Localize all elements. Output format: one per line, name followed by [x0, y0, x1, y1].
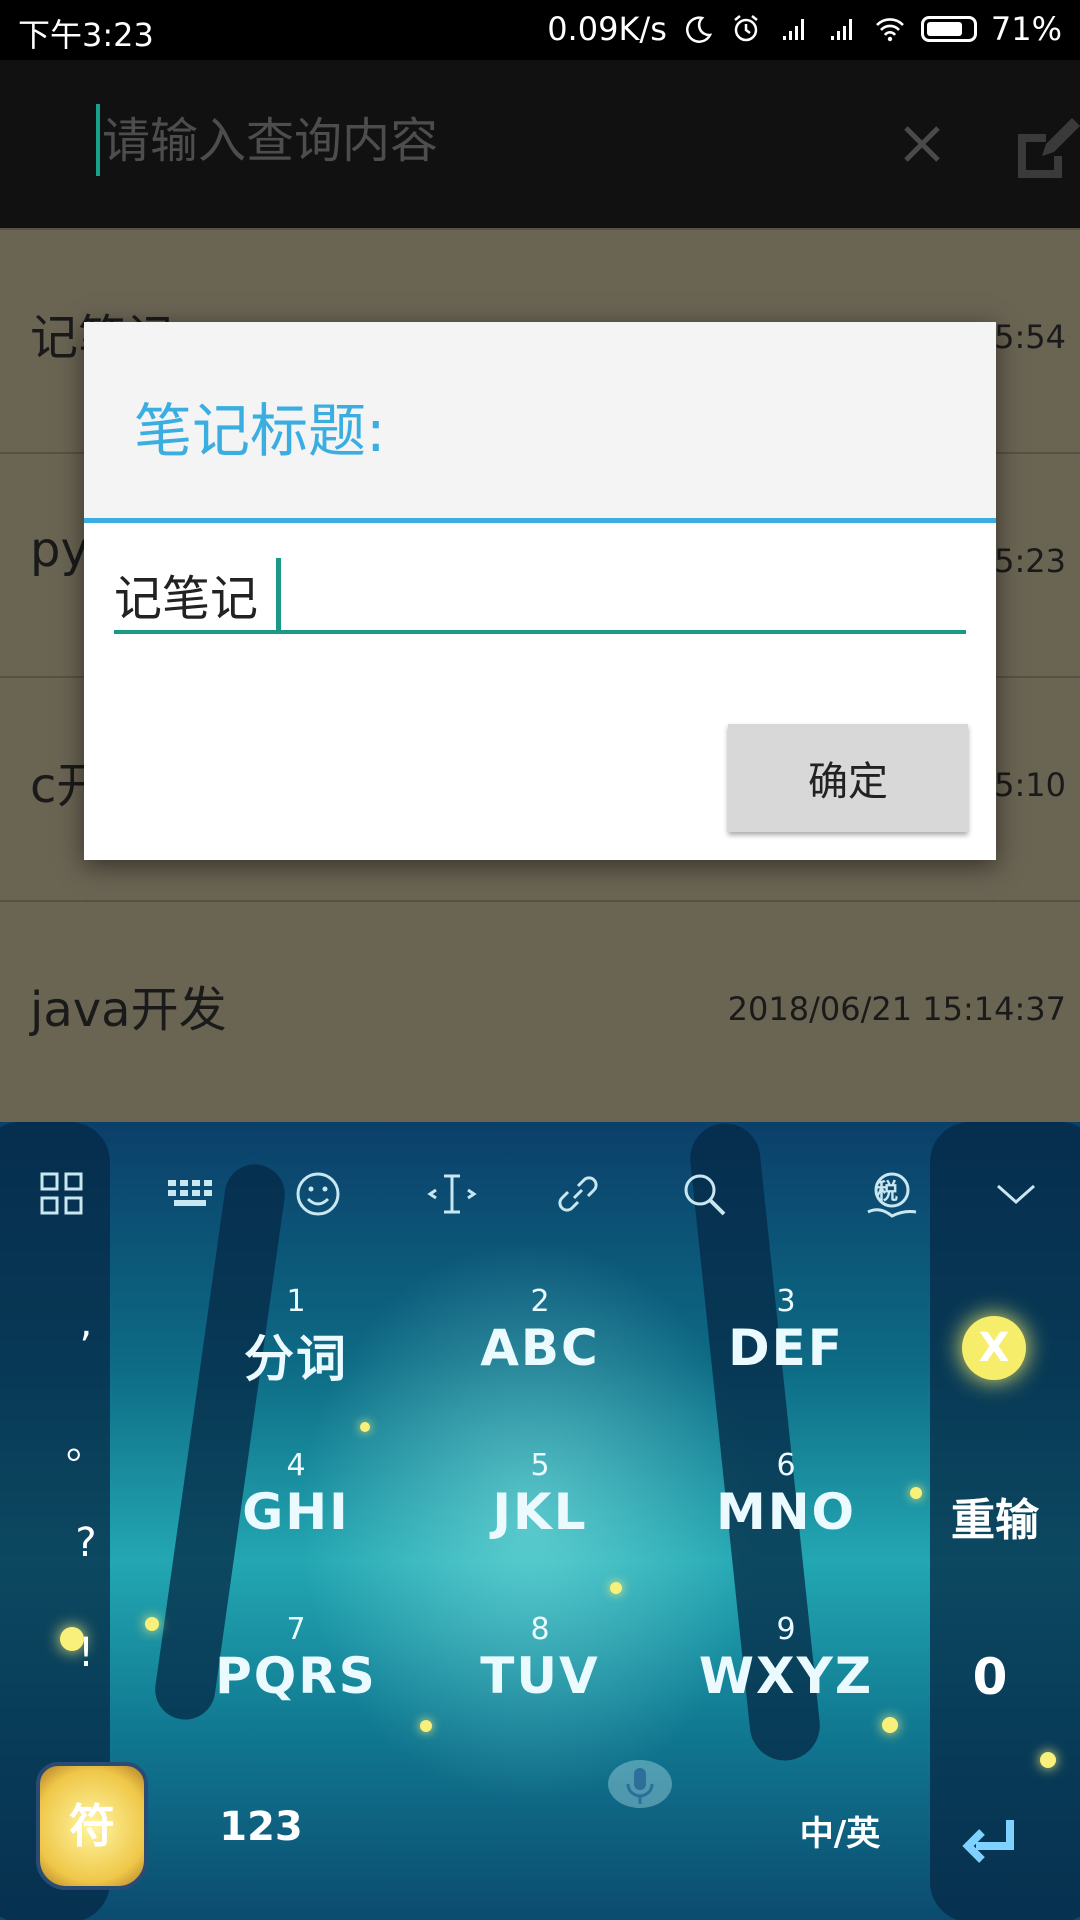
firefly — [910, 1487, 922, 1499]
key-label: WXYZ — [698, 1647, 874, 1705]
signal-icon — [782, 19, 804, 40]
edit-icon[interactable] — [1012, 112, 1080, 180]
status-time: 下午3:23 — [18, 16, 154, 54]
key-6[interactable]: 6 MNO — [686, 1448, 886, 1541]
key-4[interactable]: 4 GHI — [196, 1448, 396, 1541]
key-number: 6 — [776, 1448, 796, 1483]
key-number: 8 — [530, 1612, 550, 1647]
key-number: 2 — [530, 1284, 550, 1319]
key-7[interactable]: 7 PQRS — [196, 1612, 396, 1705]
key-number: 4 — [286, 1448, 306, 1483]
key-8[interactable]: 8 TUV — [440, 1612, 640, 1705]
cursor-icon[interactable] — [424, 1166, 480, 1222]
search-icon[interactable] — [676, 1166, 732, 1222]
delete-key[interactable]: X — [962, 1316, 1026, 1380]
lang-switch-key[interactable]: 中/英 — [780, 1806, 900, 1855]
key-number: 7 — [286, 1612, 306, 1647]
list-item[interactable]: java开发 2018/06/21 15:14:37 — [0, 900, 1080, 1122]
note-date: 2018/06/21 15:14:37 — [727, 990, 1066, 1028]
symbol-label: 符 — [69, 1799, 115, 1853]
key-1[interactable]: 1 分词 — [196, 1284, 396, 1391]
grid-menu-icon[interactable] — [34, 1166, 90, 1222]
key-3[interactable]: 3 DEF — [686, 1284, 886, 1377]
tax-button[interactable]: 税 — [862, 1166, 922, 1226]
firefly — [882, 1717, 898, 1733]
close-icon[interactable] — [890, 112, 954, 176]
key-label: ABC — [480, 1319, 600, 1377]
signal-icon — [830, 19, 852, 40]
zero-key[interactable]: 0 — [950, 1648, 1030, 1706]
key-number: 9 — [776, 1612, 796, 1647]
enter-icon[interactable] — [960, 1814, 1022, 1868]
status-icons: 0.09K/s 71% — [547, 10, 1062, 48]
alarm-icon — [734, 15, 758, 42]
firefly — [610, 1582, 622, 1594]
status-bar: 下午3:23 0.09K/s 71% — [0, 0, 1080, 60]
emoji-icon[interactable] — [290, 1166, 346, 1222]
key-label: GHI — [242, 1483, 350, 1541]
text-cursor — [276, 558, 281, 634]
keyboard-icon[interactable] — [162, 1166, 218, 1222]
punct-key[interactable]: ! — [66, 1630, 106, 1676]
key-number: 1 — [286, 1284, 306, 1319]
microphone-icon[interactable] — [606, 1756, 674, 1816]
symbol-key[interactable]: 符 — [36, 1762, 148, 1890]
key-label: PQRS — [215, 1647, 377, 1705]
dialog-header: 笔记标题: — [84, 322, 996, 523]
key-label: 分词 — [244, 1330, 348, 1388]
battery-percent: 71% — [990, 10, 1062, 48]
key-5[interactable]: 5 JKL — [440, 1448, 640, 1541]
key-label: MNO — [715, 1483, 857, 1541]
key-2[interactable]: 2 ABC — [440, 1284, 640, 1377]
search-toolbar — [0, 60, 1080, 228]
key-number: 5 — [530, 1448, 550, 1483]
link-icon[interactable] — [550, 1166, 606, 1222]
punct-key[interactable]: , — [66, 1300, 106, 1346]
key-label: JKL — [492, 1483, 588, 1541]
firefly — [145, 1617, 159, 1631]
firefly — [1040, 1752, 1056, 1768]
tax-label: 税 — [876, 1180, 899, 1205]
key-label: TUV — [480, 1647, 600, 1705]
key-label: DEF — [728, 1319, 844, 1377]
chevron-down-icon[interactable] — [988, 1166, 1044, 1222]
ime-keyboard: 税 , 。 ? ! 1 分词 2 ABC 3 DEF 4 GHI 5 JKL 6… — [0, 1122, 1080, 1920]
punct-key[interactable]: 。 — [66, 1412, 106, 1470]
note-title-dialog: 笔记标题: 确定 — [84, 322, 996, 860]
numbers-key[interactable]: 123 — [206, 1804, 316, 1850]
net-speed: 0.09K/s — [547, 10, 667, 48]
punct-key[interactable]: ? — [66, 1520, 106, 1566]
dialog-title: 笔记标题: — [134, 397, 386, 465]
battery-icon — [920, 16, 977, 42]
moon-icon — [685, 16, 712, 43]
note-title-input[interactable] — [114, 558, 966, 634]
search-input[interactable] — [100, 104, 864, 178]
wifi-icon — [875, 18, 904, 42]
note-title: java开发 — [30, 982, 227, 1038]
delete-label: X — [978, 1325, 1010, 1371]
firefly — [420, 1720, 432, 1732]
key-number: 3 — [776, 1284, 796, 1319]
reinput-key[interactable]: 重输 — [930, 1484, 1060, 1548]
confirm-button[interactable]: 确定 — [728, 724, 968, 832]
firefly — [360, 1422, 370, 1432]
key-9[interactable]: 9 WXYZ — [686, 1612, 886, 1705]
